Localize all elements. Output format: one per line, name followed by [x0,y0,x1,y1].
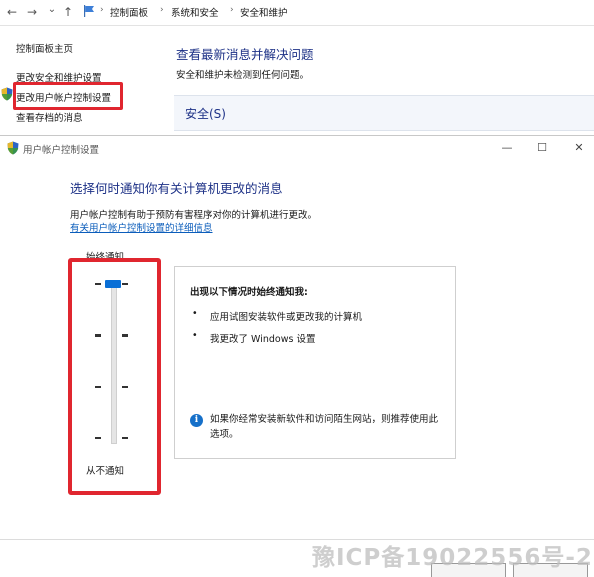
info-note: 如果你经常安装新软件和访问陌生网站，则推荐使用此选项。 [210,414,439,440]
bullet: • [192,330,198,341]
status-text: 安全和维护未检测到任何问题。 [176,70,310,81]
chevron-down-icon[interactable]: ⌄ [44,1,60,19]
sidebar-item-control-panel-home[interactable]: 控制面板主页 [16,41,73,55]
address-bar: ← → ⌄ ↑ › 控制面板 › 系统和安全 › 安全和维护 [0,0,594,26]
shield-icon [1,87,13,101]
breadcrumb-item-system-security[interactable]: 系统和安全 [171,5,219,19]
watermark: 豫ICP备19022556号-2 [312,545,593,571]
screenshot: ← → ⌄ ↑ › 控制面板 › 系统和安全 › 安全和维护 控制面板主页 更改… [0,0,594,577]
window-title: 用户帐户控制设置 [23,145,100,156]
breadcrumb-item-security-maintenance[interactable]: 安全和维护 [240,5,288,19]
info-panel: 出现以下情况时始终通知我: • 应用试图安装软件或更改我的计算机 • 我更改了 … [174,266,456,459]
breadcrumb-separator: › [230,5,234,15]
info-title: 出现以下情况时始终通知我: [190,287,308,298]
breadcrumb-separator: › [100,5,104,15]
sidebar-item-archived-messages[interactable]: 查看存档的消息 [16,110,83,124]
bullet: • [192,308,198,319]
list-item: 应用试图安装软件或更改我的计算机 [210,312,363,323]
forward-icon[interactable]: → [24,3,40,21]
uac-settings-window: 用户帐户控制设置 — ☐ ✕ 选择何时通知你有关计算机更改的消息 用户帐户控制有… [0,136,594,577]
title-bar[interactable]: 用户帐户控制设置 — ☐ ✕ [0,136,594,160]
breadcrumb-separator: › [160,5,164,15]
minimize-button[interactable]: — [497,140,517,156]
list-item: 我更改了 Windows 设置 [210,334,316,345]
breadcrumb-item-control-panel[interactable]: 控制面板 [110,5,148,19]
maximize-button[interactable]: ☐ [532,140,552,156]
close-button[interactable]: ✕ [569,140,589,156]
flag-icon [84,5,94,17]
shield-icon [7,141,19,155]
uac-heading: 选择何时通知你有关计算机更改的消息 [70,181,283,196]
learn-more-link[interactable]: 有关用户帐户控制设置的详细信息 [70,220,213,234]
highlight-box [13,82,123,110]
security-section-label: 安全(S) [185,107,226,121]
page-title: 查看最新消息并解决问题 [176,47,314,62]
highlight-box [68,258,161,495]
security-section-header[interactable]: 安全(S) [174,95,594,131]
uac-description: 用户帐户控制有助于预防有害程序对你的计算机进行更改。 [70,210,318,221]
up-icon[interactable]: ↑ [60,3,76,21]
back-icon[interactable]: ← [4,3,20,21]
info-icon: i [190,414,203,427]
